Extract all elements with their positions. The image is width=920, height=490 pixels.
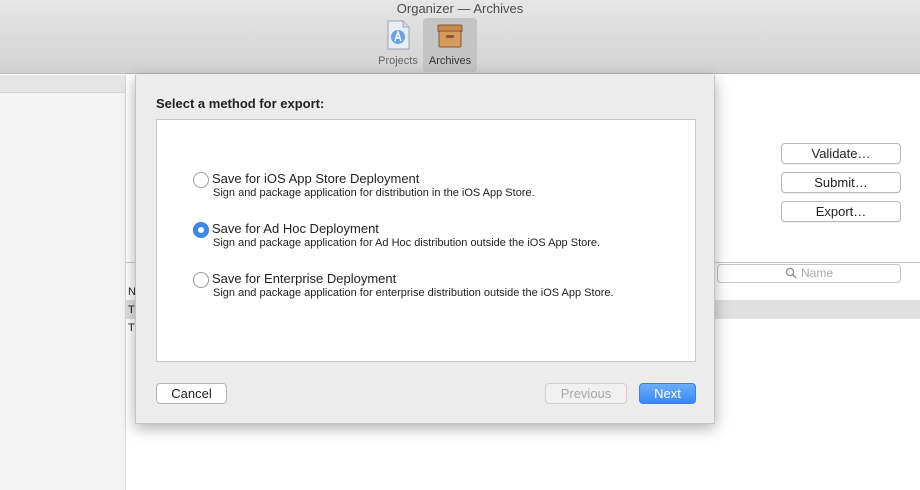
option-title: Save for iOS App Store Deployment: [212, 171, 420, 186]
toolbar-archives[interactable]: Archives: [423, 18, 477, 72]
window-toolbar: Organizer — Archives Projects Archives: [0, 0, 920, 74]
search-placeholder: Name: [800, 266, 833, 280]
cancel-button[interactable]: Cancel: [156, 383, 227, 404]
window-title: Organizer — Archives: [396, 1, 524, 16]
validate-button[interactable]: Validate…: [781, 143, 901, 164]
toolbar-projects-label: Projects: [378, 55, 418, 67]
next-button[interactable]: Next: [639, 383, 696, 404]
radio-ad-hoc[interactable]: [193, 222, 209, 238]
option-ad-hoc[interactable]: Save for Ad Hoc Deployment Sign and pack…: [193, 221, 693, 261]
sheet-heading: Select a method for export:: [156, 96, 325, 111]
toolbar-projects[interactable]: Projects: [371, 18, 425, 72]
option-title: Save for Ad Hoc Deployment: [212, 221, 379, 236]
option-enterprise[interactable]: Save for Enterprise Deployment Sign and …: [193, 271, 693, 311]
option-title: Save for Enterprise Deployment: [212, 271, 397, 286]
option-app-store[interactable]: Save for iOS App Store Deployment Sign a…: [193, 171, 693, 211]
option-description: Sign and package application for enterpr…: [213, 287, 614, 299]
previous-button[interactable]: Previous: [545, 383, 627, 404]
submit-button[interactable]: Submit…: [781, 172, 901, 193]
option-description: Sign and package application for Ad Hoc …: [213, 237, 601, 249]
table-row: T: [128, 304, 135, 316]
export-method-sheet: Select a method for export: Save for iOS…: [135, 75, 715, 424]
radio-app-store[interactable]: [193, 172, 209, 188]
export-options-box: Save for iOS App Store Deployment Sign a…: [156, 119, 696, 362]
search-icon: [785, 267, 797, 279]
option-description: Sign and package application for distrib…: [213, 187, 535, 199]
table-row: T: [128, 322, 135, 334]
search-input[interactable]: Name: [717, 264, 901, 283]
archive-box-icon: [437, 24, 463, 48]
radio-enterprise[interactable]: [193, 272, 209, 288]
sidebar-header: [0, 75, 125, 93]
toolbar-archives-label: Archives: [428, 55, 472, 67]
app-document-icon: [387, 20, 410, 50]
archive-sidebar: [0, 75, 126, 490]
export-button[interactable]: Export…: [781, 201, 901, 222]
